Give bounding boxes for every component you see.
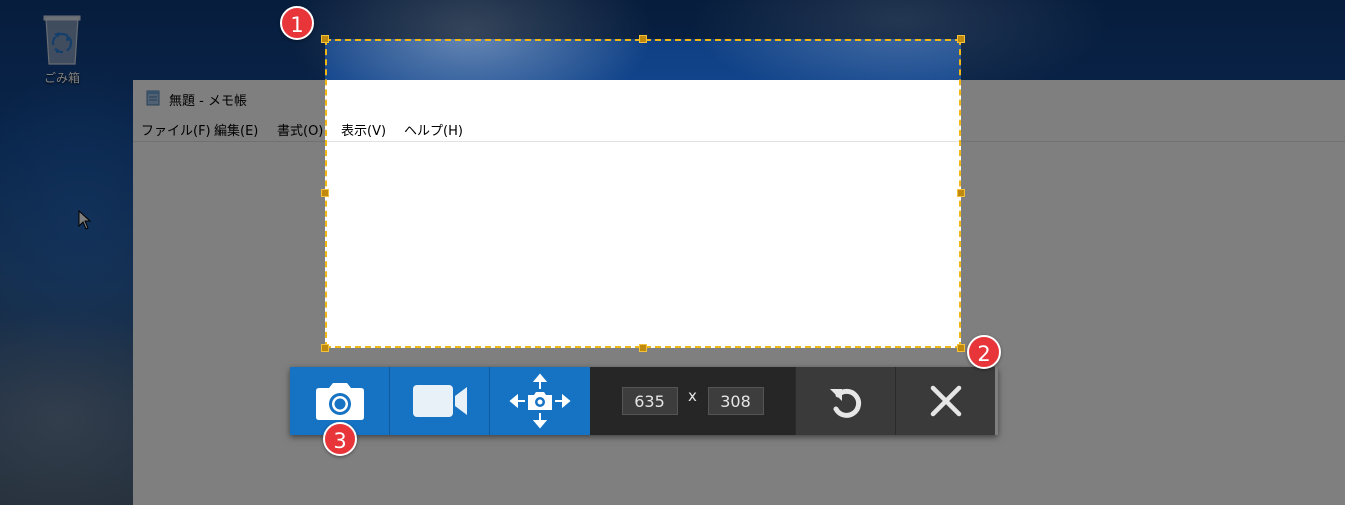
move-camera-icon [509, 373, 571, 429]
undo-icon [829, 388, 861, 418]
handle-bottom-left[interactable] [321, 344, 329, 352]
camera-icon [315, 383, 364, 420]
dim-overlay-left [0, 39, 325, 348]
handle-right[interactable] [957, 189, 965, 197]
capture-selection[interactable] [325, 39, 961, 348]
video-camera-icon [412, 385, 467, 417]
height-input[interactable]: 308 [707, 387, 764, 415]
width-input[interactable]: 635 [621, 387, 678, 415]
capture-toolbar: 635 x 308 [290, 367, 998, 435]
handle-left[interactable] [321, 189, 329, 197]
move-selection-button[interactable] [490, 367, 590, 435]
handle-bottom-right[interactable] [957, 344, 965, 352]
dim-overlay-top [0, 0, 1345, 39]
video-record-button[interactable] [390, 367, 490, 435]
reset-button[interactable] [795, 367, 895, 435]
step-badge-2: 2 [967, 335, 1001, 369]
close-button[interactable] [895, 367, 995, 435]
dim-overlay-right [961, 39, 1345, 348]
handle-bottom[interactable] [639, 344, 647, 352]
handle-top[interactable] [639, 35, 647, 43]
step-badge-1: 1 [280, 6, 314, 40]
handle-top-right[interactable] [957, 35, 965, 43]
handle-top-left[interactable] [321, 35, 329, 43]
close-icon [930, 385, 961, 417]
size-display: 635 x 308 [590, 367, 795, 435]
step-badge-3: 3 [323, 422, 357, 456]
size-separator: x [688, 387, 697, 405]
